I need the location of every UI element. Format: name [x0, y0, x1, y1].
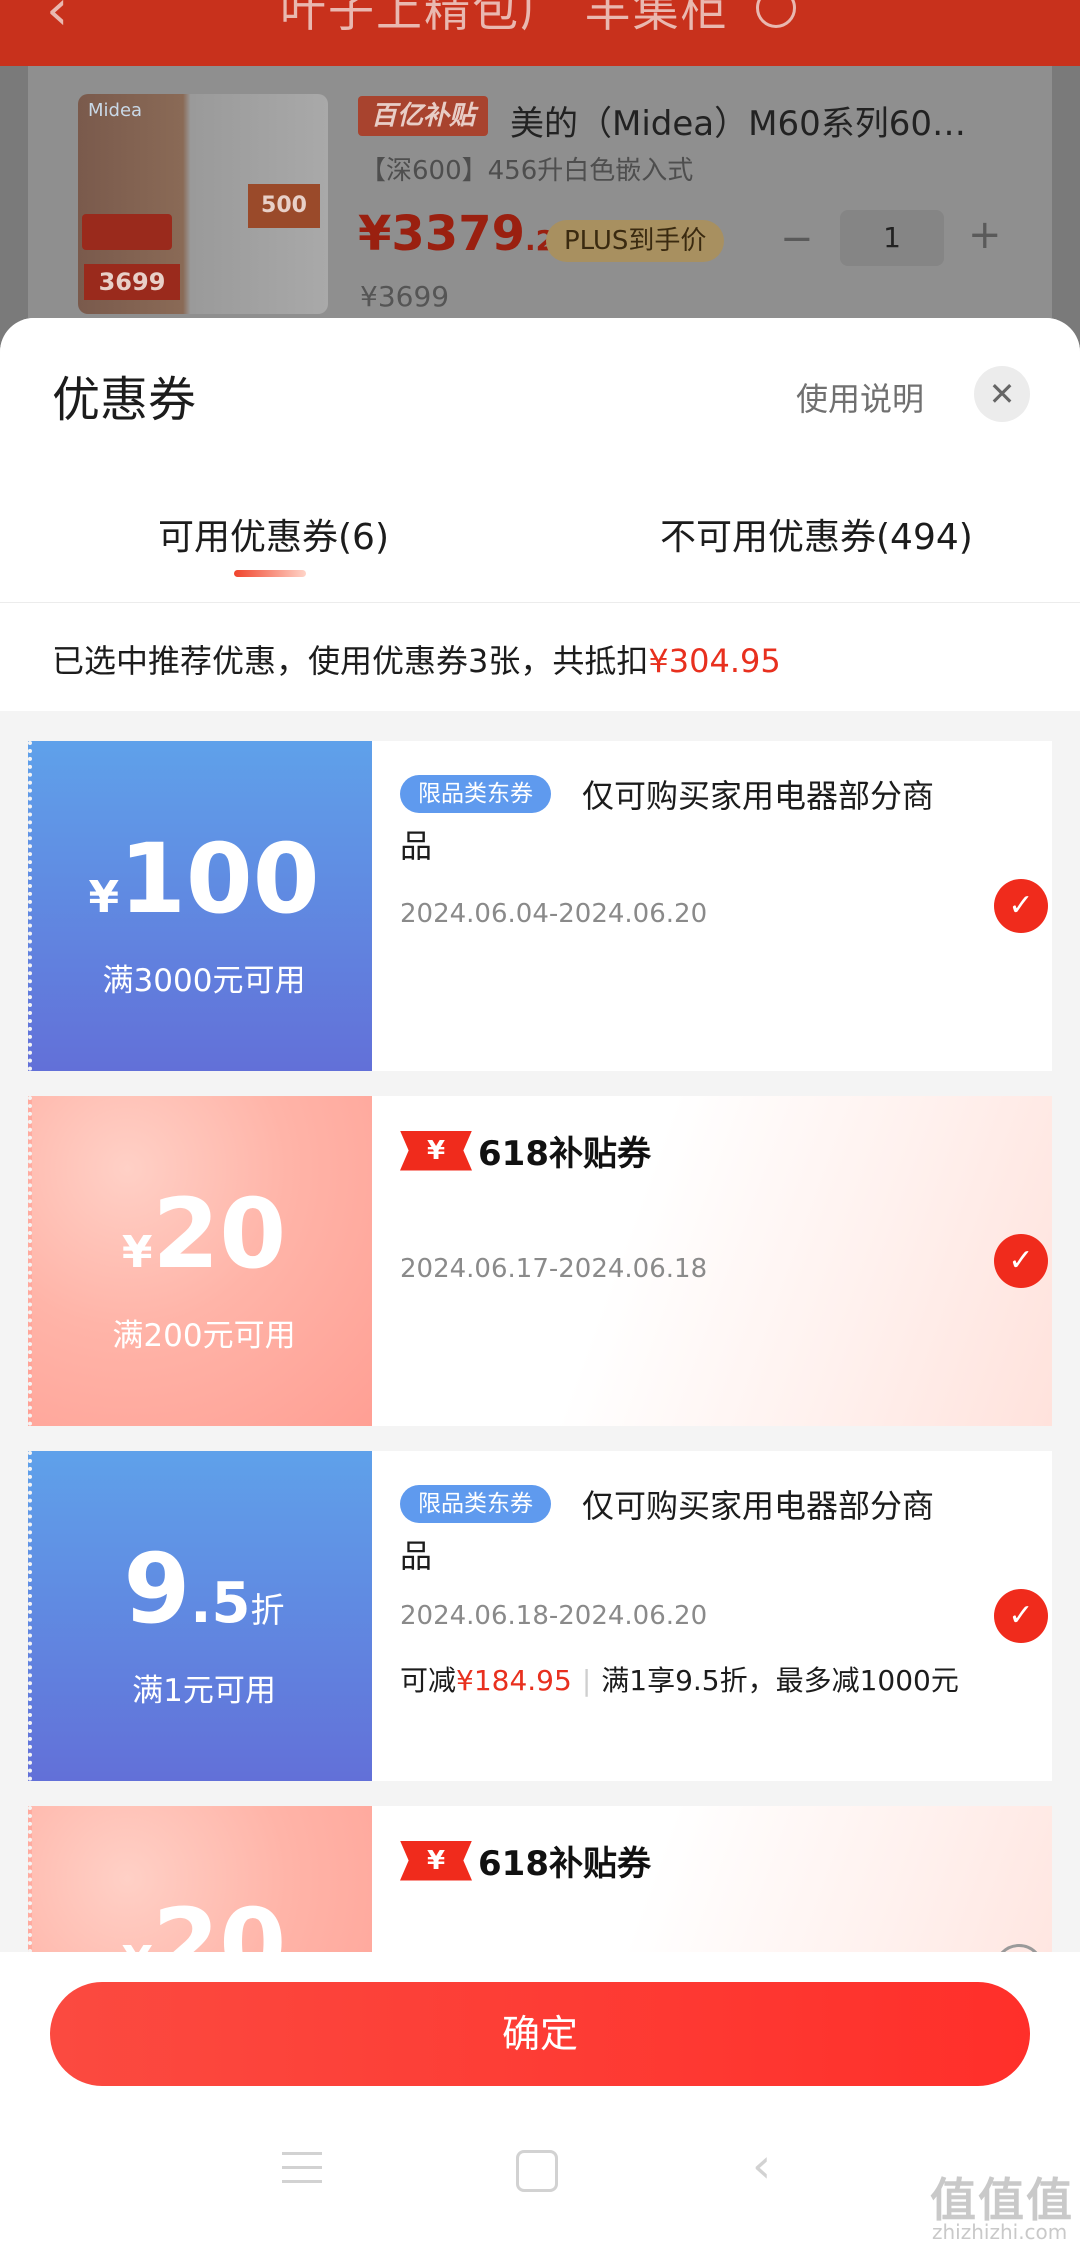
thumbnail-price: 3699 [84, 264, 180, 300]
logo-text: 618补贴券 [478, 1134, 651, 1174]
decrease-quantity-button[interactable]: − [780, 216, 814, 262]
coupon-details: 限品类东券 仅可购买家用电器部分商 品 2024.06.18-2024.06.2… [372, 1451, 1052, 1781]
tab-unavailable-coupons[interactable]: 不可用优惠券(494) [660, 508, 973, 560]
divider [0, 602, 1080, 603]
increase-quantity-button[interactable]: + [968, 212, 1002, 258]
coupon-amount: 20 [152, 1178, 287, 1290]
logo-yen: ¥ [400, 1840, 472, 1881]
product-name: 美的（Midea）M60系列60… [510, 104, 966, 144]
discount-decimal: .5 [190, 1571, 251, 1636]
coupon-description: 仅可购买家用电器部分商 [582, 1487, 935, 1525]
discount-integer: 9 [123, 1533, 191, 1645]
coupon-value: 9.5折 [32, 1533, 376, 1645]
coupon-value: ¥20 [32, 1178, 376, 1290]
discount-unit: 折 [250, 1591, 285, 1631]
category-tag: 限品类东券 [400, 775, 551, 813]
sheet-header: 优惠券 使用说明 ✕ 可用优惠券(6) 不可用优惠券(494) 已选中推荐优惠，… [0, 318, 1080, 711]
product-thumbnail: Midea 3699 500 [78, 94, 328, 314]
thumbnail-brand: Midea [88, 100, 143, 121]
selection-summary: 已选中推荐优惠，使用优惠券3张，共抵扣¥304.95 [52, 636, 781, 682]
product-card: Midea 3699 500 百亿补贴 美的（Midea）M60系列60… 【深… [28, 66, 1052, 336]
check-icon[interactable]: ✓ [994, 1589, 1048, 1643]
plus-price-tag: PLUS到手价 [546, 220, 725, 262]
usage-instructions-link[interactable]: 使用说明 [796, 374, 924, 420]
coupon-description: 仅可购买家用电器部分商 [582, 777, 935, 815]
coupon-validity: 2024.06.18-2024.06.20 [400, 1601, 708, 1631]
coupon-value: ¥100 [32, 823, 376, 935]
coupon-amount: 100 [119, 823, 320, 935]
active-tab-indicator [234, 570, 306, 577]
coupon-validity: 2024.06.04-2024.06.20 [400, 899, 708, 929]
location-icon [756, 0, 796, 28]
coupon-card[interactable]: ¥20 满200元可用 ¥618补贴券 2024.06.17-2024.06.1… [28, 1096, 1052, 1426]
coupon-card[interactable]: ¥100 满3000元可用 限品类东券 仅可购买家用电器部分商 品 2024.0… [28, 741, 1052, 1071]
thumbnail-badge: 500 [248, 184, 320, 228]
sheet-title: 优惠券 [52, 372, 197, 428]
separator: | [581, 1664, 592, 1697]
summary-text: 已选中推荐优惠，使用优惠券3张，共抵扣 [52, 642, 649, 680]
home-icon[interactable] [516, 2150, 558, 2192]
coupon-value-panel: ¥20 满200元可用 [28, 1096, 372, 1426]
coupon-details: 限品类东券 仅可购买家用电器部分商 品 2024.06.04-2024.06.2… [372, 741, 1052, 1071]
savings-label: 可减 [400, 1664, 457, 1697]
coupon-savings: 可减¥184.95 | 满1享9.5折，最多减1000元 [400, 1659, 959, 1699]
coupon-condition: 满1元可用 [132, 1673, 276, 1709]
coupon-validity: 2024.06.17-2024.06.18 [400, 1254, 708, 1284]
coupon-description-cont: 品 [400, 1537, 433, 1575]
close-icon[interactable]: ✕ [974, 366, 1030, 422]
nav-back-icon[interactable]: ‹ [752, 2138, 771, 2194]
subsidy-coupon-logo: ¥618补贴券 [400, 1126, 651, 1174]
tab-available-coupons[interactable]: 可用优惠券(6) [158, 508, 389, 560]
logo-text: 618补贴券 [478, 1844, 651, 1884]
coupon-details: ¥618补贴券 2024.06.17-2024.06.18 ✓ [372, 1096, 1052, 1426]
coupon-condition: 满200元可用 [112, 1318, 296, 1354]
discount-rule: 满1享9.5折，最多减1000元 [601, 1664, 959, 1697]
thumbnail-promo-block [82, 214, 172, 250]
coupon-card[interactable]: 9.5折 满1元可用 限品类东券 仅可购买家用电器部分商 品 2024.06.1… [28, 1451, 1052, 1781]
quantity-field[interactable]: 1 [840, 210, 944, 266]
subsidy-tag: 百亿补贴 [358, 96, 488, 136]
price-main: ¥3379 [358, 206, 525, 262]
coupon-value-panel: ¥100 满3000元可用 [28, 741, 372, 1071]
savings-amount: ¥184.95 [456, 1664, 572, 1697]
currency-symbol: ¥ [121, 1227, 153, 1278]
confirm-button[interactable]: 确定 [50, 1982, 1030, 2086]
category-tag: 限品类东券 [400, 1485, 551, 1523]
coupon-condition: 满3000元可用 [102, 963, 306, 999]
background-header: ‹ 叶子上精包广 羊集柜 [0, 0, 1080, 66]
currency-symbol: ¥ [88, 872, 120, 923]
coupon-description-cont: 品 [400, 827, 433, 865]
check-icon[interactable]: ✓ [994, 1234, 1048, 1288]
check-icon[interactable]: ✓ [994, 879, 1048, 933]
background-title: 叶子上精包广 羊集柜 [280, 0, 729, 37]
back-icon[interactable]: ‹ [46, 0, 68, 43]
bottom-bar: 确定 ‹ 值值值 zhizhizhi.com [0, 1952, 1080, 2248]
subsidy-coupon-logo: ¥618补贴券 [400, 1836, 651, 1884]
logo-yen: ¥ [400, 1130, 472, 1171]
original-price: ¥3699 [360, 280, 450, 313]
summary-amount: ¥304.95 [648, 642, 781, 680]
product-price: ¥3379.25 [358, 206, 575, 262]
product-spec: 【深600】456升白色嵌入式 [360, 156, 694, 186]
coupon-value-panel: 9.5折 满1元可用 [28, 1451, 372, 1781]
watermark-url: zhizhizhi.com [932, 2220, 1068, 2244]
menu-icon[interactable] [282, 2152, 322, 2186]
